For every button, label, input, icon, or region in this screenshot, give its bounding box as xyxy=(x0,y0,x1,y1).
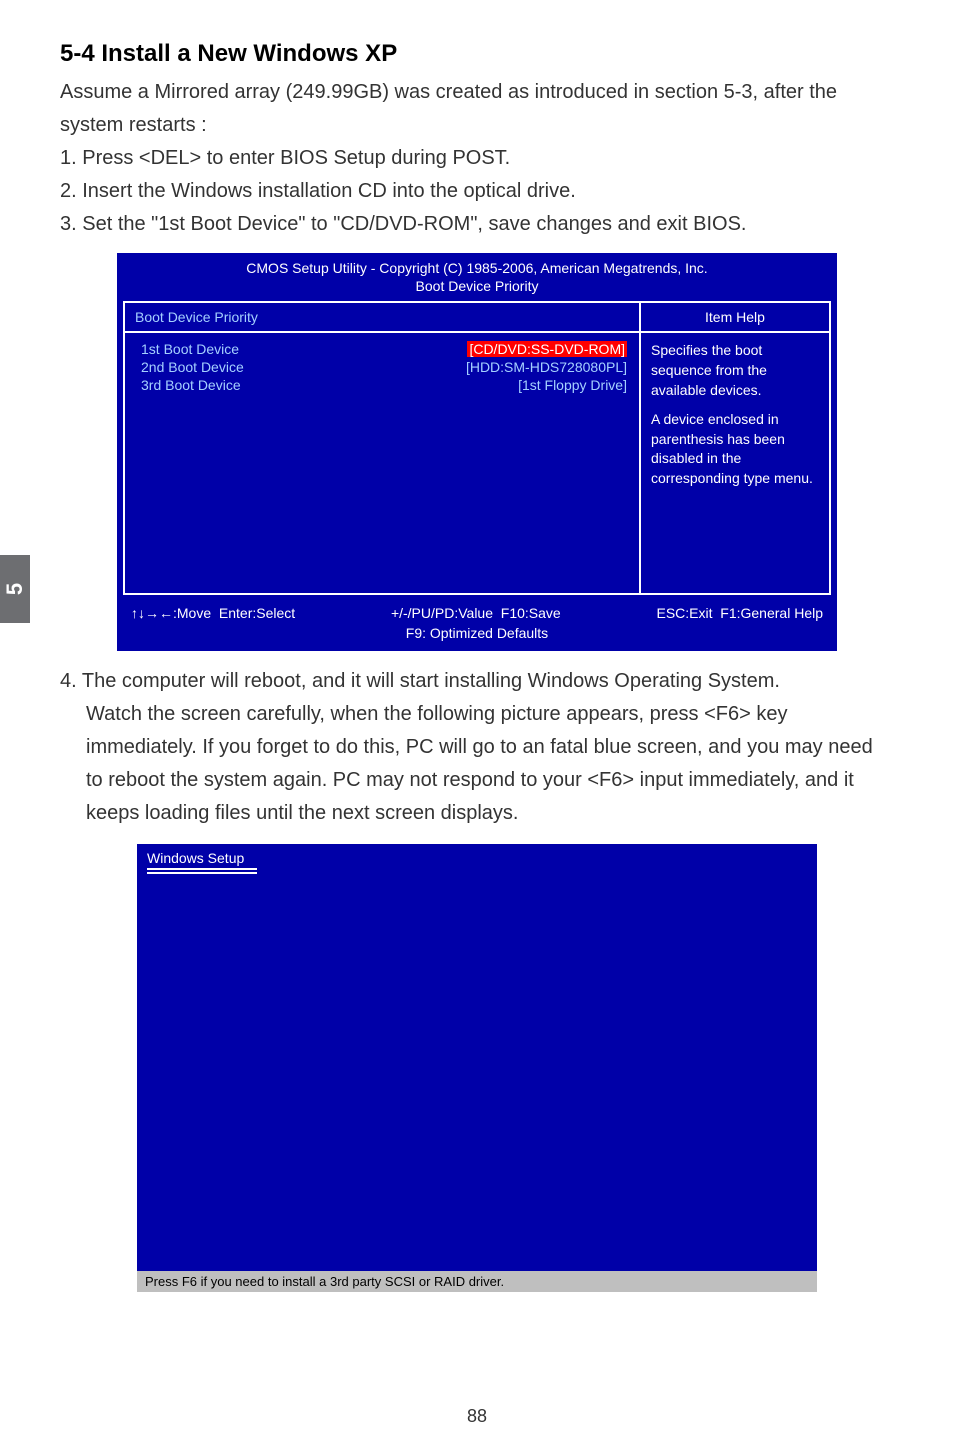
windows-setup-screenshot: Windows Setup Press F6 if you need to in… xyxy=(137,844,817,1292)
page-number: 88 xyxy=(0,1406,954,1427)
bios-device-labels: 1st Boot Device 2nd Boot Device 3rd Boot… xyxy=(135,341,244,585)
bios-key-help: F1:General Help xyxy=(720,605,823,621)
step-3: 3. Set the "1st Boot Device" to "CD/DVD-… xyxy=(60,208,894,241)
boot-device-3-label: 3rd Boot Device xyxy=(141,377,244,393)
step-2: 2. Insert the Windows installation CD in… xyxy=(60,175,894,208)
bios-screenshot: CMOS Setup Utility - Copyright (C) 1985-… xyxy=(117,253,837,651)
bios-key-save: F10:Save xyxy=(501,605,561,621)
bios-help-text-1: Specifies the boot sequence from the ava… xyxy=(651,341,819,400)
bios-key-esc: ESC:Exit xyxy=(656,605,712,621)
section-heading: 5-4 Install a New Windows XP xyxy=(60,40,894,68)
bios-body: 1st Boot Device 2nd Boot Device 3rd Boot… xyxy=(125,333,829,593)
chapter-number: 5 xyxy=(2,583,28,595)
bios-key-move: ↑↓→←:Move xyxy=(131,605,211,621)
step-4-continued: Watch the screen carefully, when the fol… xyxy=(60,698,894,830)
bios-help-text-2: A device enclosed in parenthesis has bee… xyxy=(651,410,819,488)
windows-setup-title: Windows Setup xyxy=(147,850,807,868)
boot-device-3-value: [1st Floppy Drive] xyxy=(466,377,627,393)
bios-header-right: Item Help xyxy=(639,303,829,331)
step-1: 1. Press <DEL> to enter BIOS Setup durin… xyxy=(60,142,894,175)
setup-underline-2 xyxy=(147,872,257,874)
intro-text: Assume a Mirrored array (249.99GB) was c… xyxy=(60,76,894,142)
chapter-tab: 5 xyxy=(0,555,30,623)
bios-footer: ↑↓→←:Move Enter:Select +/-/PU/PD:Value F… xyxy=(119,599,835,648)
bios-help-panel: Specifies the boot sequence from the ava… xyxy=(639,333,829,593)
bios-title-line2: Boot Device Priority xyxy=(125,277,829,295)
bios-device-values: [CD/DVD:SS-DVD-ROM] [HDD:SM-HDS728080PL]… xyxy=(466,341,629,585)
bios-title: CMOS Setup Utility - Copyright (C) 1985-… xyxy=(119,255,835,297)
bios-key-enter: Enter:Select xyxy=(219,605,295,621)
boot-device-1-value: [CD/DVD:SS-DVD-ROM] xyxy=(467,341,627,357)
bios-frame: Boot Device Priority Item Help 1st Boot … xyxy=(123,301,831,595)
bios-body-left: 1st Boot Device 2nd Boot Device 3rd Boot… xyxy=(125,333,639,593)
bios-header: Boot Device Priority Item Help xyxy=(125,303,829,333)
boot-device-1-label: 1st Boot Device xyxy=(141,341,244,357)
bios-header-left: Boot Device Priority xyxy=(125,303,639,331)
boot-device-2-label: 2nd Boot Device xyxy=(141,359,244,375)
windows-setup-footer: Press F6 if you need to install a 3rd pa… xyxy=(137,1271,817,1292)
bios-title-line1: CMOS Setup Utility - Copyright (C) 1985-… xyxy=(125,259,829,277)
step-4: 4. The computer will reboot, and it will… xyxy=(60,665,894,698)
bios-key-value: +/-/PU/PD:Value xyxy=(391,605,493,621)
page-content: 5-4 Install a New Windows XP Assume a Mi… xyxy=(0,0,954,1312)
bios-key-defaults: F9: Optimized Defaults xyxy=(127,624,827,644)
boot-device-2-value: [HDD:SM-HDS728080PL] xyxy=(466,359,627,375)
setup-underline xyxy=(147,868,257,870)
